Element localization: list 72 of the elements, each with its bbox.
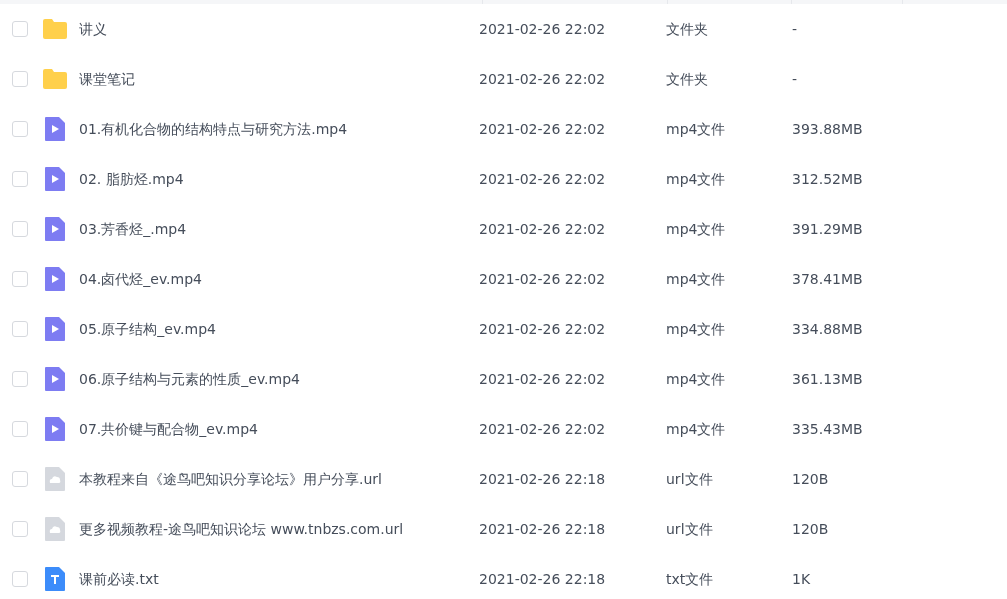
file-size: 334.88MB (792, 320, 863, 337)
checkbox[interactable] (12, 271, 28, 287)
file-size: 361.13MB (792, 370, 863, 387)
folder-icon (42, 66, 68, 92)
file-type: 文件夹 (666, 20, 708, 37)
file-type: mp4文件 (666, 370, 726, 387)
file-type: mp4文件 (666, 320, 726, 337)
checkbox[interactable] (12, 321, 28, 337)
checkbox[interactable] (12, 221, 28, 237)
folder-icon (42, 16, 68, 42)
file-type: 文件夹 (666, 70, 708, 87)
modified-date: 2021-02-26 22:02 (479, 320, 606, 337)
file-size: 120B (792, 470, 829, 487)
file-name[interactable]: 讲义 (79, 20, 107, 37)
checkbox[interactable] (12, 371, 28, 387)
cloud-file-icon (42, 466, 68, 492)
file-size: 120B (792, 520, 829, 537)
checkbox[interactable] (12, 421, 28, 437)
modified-date: 2021-02-26 22:18 (479, 570, 606, 587)
checkbox[interactable] (12, 121, 28, 137)
file-size: 393.88MB (792, 120, 863, 137)
file-size: 312.52MB (792, 170, 863, 187)
video-file-icon (42, 316, 68, 342)
file-name[interactable]: 04.卤代烃_ev.mp4 (79, 270, 202, 287)
modified-date: 2021-02-26 22:02 (479, 370, 606, 387)
video-file-icon (42, 216, 68, 242)
checkbox[interactable] (12, 21, 28, 37)
file-type: mp4文件 (666, 420, 726, 437)
file-name[interactable]: 课堂笔记 (79, 70, 135, 87)
file-size: - (792, 70, 798, 87)
cloud-file-icon (42, 516, 68, 542)
video-file-icon (42, 166, 68, 192)
file-size: 1K (792, 570, 811, 587)
checkbox[interactable] (12, 571, 28, 587)
file-name[interactable]: 01.有机化合物的结构特点与研究方法.mp4 (79, 120, 348, 137)
checkbox[interactable] (12, 171, 28, 187)
modified-date: 2021-02-26 22:02 (479, 170, 606, 187)
file-type: url文件 (666, 520, 713, 537)
file-name[interactable]: 本教程来自《途鸟吧知识分享论坛》用户分享.url (79, 470, 382, 487)
video-file-icon (42, 366, 68, 392)
text-file-icon (42, 566, 68, 592)
file-type: mp4文件 (666, 170, 726, 187)
file-name[interactable]: 05.原子结构_ev.mp4 (79, 320, 216, 337)
file-type: url文件 (666, 470, 713, 487)
modified-date: 2021-02-26 22:02 (479, 70, 606, 87)
modified-date: 2021-02-26 22:18 (479, 470, 606, 487)
file-type: mp4文件 (666, 220, 726, 237)
file-name[interactable]: 02. 脂肪烃.mp4 (79, 170, 184, 187)
file-name[interactable]: 07.共价键与配合物_ev.mp4 (79, 420, 258, 437)
file-type: mp4文件 (666, 270, 726, 287)
modified-date: 2021-02-26 22:02 (479, 420, 606, 437)
modified-date: 2021-02-26 22:02 (479, 270, 606, 287)
file-name[interactable]: 03.芳香烃_.mp4 (79, 220, 187, 237)
modified-date: 2021-02-26 22:02 (479, 120, 606, 137)
video-file-icon (42, 116, 68, 142)
video-file-icon (42, 416, 68, 442)
file-type: txt文件 (666, 570, 714, 587)
modified-date: 2021-02-26 22:18 (479, 520, 606, 537)
file-type: mp4文件 (666, 120, 726, 137)
video-file-icon (42, 266, 68, 292)
file-size: 378.41MB (792, 270, 863, 287)
file-name[interactable]: 06.原子结构与元素的性质_ev.mp4 (79, 370, 300, 387)
file-size: - (792, 20, 798, 37)
file-name[interactable]: 更多视频教程-途鸟吧知识论坛 www.tnbzs.com.url (79, 520, 404, 537)
file-size: 391.29MB (792, 220, 863, 237)
checkbox[interactable] (12, 521, 28, 537)
checkbox[interactable] (12, 471, 28, 487)
modified-date: 2021-02-26 22:02 (479, 20, 606, 37)
modified-date: 2021-02-26 22:02 (479, 220, 606, 237)
file-name[interactable]: 课前必读.txt (79, 570, 159, 587)
file-size: 335.43MB (792, 420, 863, 437)
checkbox[interactable] (12, 71, 28, 87)
